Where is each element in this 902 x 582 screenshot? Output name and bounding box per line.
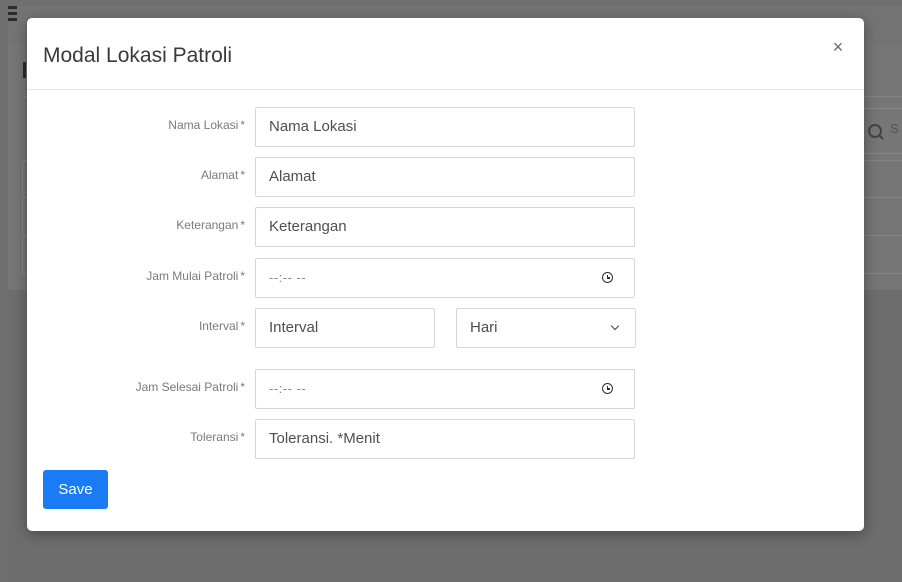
keterangan-label: Keterangan *	[176, 207, 245, 247]
interval-label: Interval *	[199, 308, 245, 348]
background-heading	[23, 62, 26, 78]
alamat-input[interactable]: Alamat	[255, 157, 635, 197]
form-row-jam-selesai: Jam Selesai Patroli * --:-- --	[27, 369, 864, 409]
label-text: Alamat	[200, 168, 239, 182]
required-mark: *	[240, 430, 245, 444]
modal-title: Modal Lokasi Patroli	[43, 44, 233, 67]
modal-header: Modal Lokasi Patroli ×	[27, 18, 864, 90]
toleransi-input[interactable]: Toleransi. *Menit	[255, 419, 635, 459]
required-mark: *	[240, 269, 245, 283]
clock-icon[interactable]	[602, 272, 613, 283]
required-mark: *	[240, 218, 245, 232]
select-value: Hari	[470, 319, 498, 336]
label-text: Jam Mulai Patroli	[146, 269, 239, 283]
jam-selesai-label: Jam Selesai Patroli *	[136, 369, 245, 409]
modal-dialog: Modal Lokasi Patroli × Nama Lokasi * Nama…	[27, 18, 864, 531]
label-text: Jam Selesai Patroli	[135, 380, 239, 394]
toleransi-label: Toleransi *	[190, 419, 245, 459]
required-mark: *	[240, 118, 245, 132]
form-row-alamat: Alamat * Alamat	[27, 157, 864, 197]
jam-mulai-label: Jam Mulai Patroli *	[146, 258, 245, 298]
input-placeholder: Toleransi. *Menit	[269, 430, 380, 447]
jam-selesai-time-input[interactable]: --:-- --	[255, 369, 635, 409]
required-mark: *	[240, 168, 245, 182]
label-text: Nama Lokasi	[168, 118, 239, 132]
nama-lokasi-label: Nama Lokasi *	[168, 107, 245, 147]
menu-icon	[8, 6, 18, 28]
time-placeholder: --:-- --	[269, 381, 307, 396]
required-mark: *	[240, 319, 245, 333]
form-row-toleransi: Toleransi * Toleransi. *Menit	[27, 419, 864, 459]
alamat-label: Alamat *	[201, 157, 245, 197]
label-text: Interval	[198, 319, 239, 333]
form-row-interval: Interval * Interval Hari	[27, 308, 864, 348]
form-row-jam-mulai: Jam Mulai Patroli * --:-- --	[27, 258, 864, 298]
search-icon	[868, 124, 882, 138]
interval-input[interactable]: Interval	[255, 308, 435, 348]
time-placeholder: --:-- --	[269, 270, 307, 285]
input-placeholder: Nama Lokasi	[269, 118, 357, 135]
background-search-placeholder: S	[890, 121, 899, 136]
clock-icon[interactable]	[602, 383, 613, 394]
jam-mulai-time-input[interactable]: --:-- --	[255, 258, 635, 298]
interval-unit-select[interactable]: Hari	[456, 308, 636, 348]
input-placeholder: Keterangan	[269, 218, 347, 235]
save-button[interactable]: Save	[43, 470, 108, 509]
label-text: Toleransi	[190, 430, 239, 444]
chevron-down-icon	[610, 321, 620, 331]
nama-lokasi-input[interactable]: Nama Lokasi	[255, 107, 635, 147]
input-placeholder: Alamat	[269, 168, 316, 185]
input-placeholder: Interval	[269, 319, 319, 336]
label-text: Keterangan	[176, 218, 239, 232]
form-row-nama-lokasi: Nama Lokasi * Nama Lokasi	[27, 107, 864, 147]
required-mark: *	[240, 380, 245, 394]
close-button[interactable]: ×	[826, 36, 850, 60]
form-row-keterangan: Keterangan * Keterangan	[27, 207, 864, 247]
keterangan-input[interactable]: Keterangan	[255, 207, 635, 247]
